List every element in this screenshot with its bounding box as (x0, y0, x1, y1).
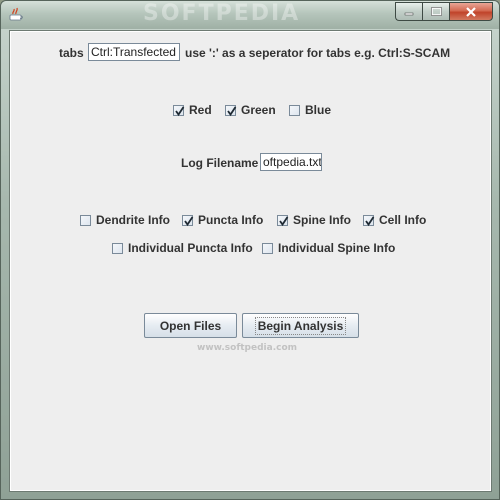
tabs-label: tabs (59, 46, 84, 60)
checkbox-individual-spine-info-box[interactable] (262, 242, 273, 254)
checkbox-spine-info[interactable]: Spine Info (277, 212, 351, 228)
checkbox-blue[interactable]: Blue (289, 102, 331, 118)
checkbox-green-box[interactable] (225, 104, 237, 116)
checkmark-icon (279, 216, 289, 226)
checkmark-icon (175, 106, 185, 116)
checkmark-icon (365, 216, 375, 226)
checkbox-cell-info-box[interactable] (363, 214, 375, 226)
checkbox-green-label: Green (241, 103, 276, 117)
checkbox-spine-info-label: Spine Info (293, 213, 351, 227)
log-filename-label: Log Filename (181, 156, 259, 170)
checkbox-dendrite-info-box[interactable] (80, 214, 91, 226)
checkbox-individual-spine-info-label: Individual Spine Info (278, 241, 396, 255)
checkbox-spine-info-box[interactable] (277, 214, 289, 226)
checkbox-red-box[interactable] (173, 104, 185, 116)
checkbox-puncta-info-label: Puncta Info (198, 213, 264, 227)
checkmark-icon (227, 106, 237, 116)
checkbox-puncta-info[interactable]: Puncta Info (182, 212, 263, 228)
checkbox-cell-info[interactable]: Cell Info (363, 212, 426, 228)
client-area: tabs Ctrl:Transfected use ':' as a seper… (9, 30, 492, 492)
checkbox-green[interactable]: Green (225, 102, 276, 118)
checkmark-icon (184, 216, 194, 226)
checkbox-blue-box[interactable] (289, 104, 300, 116)
begin-analysis-button[interactable]: Begin Analysis (242, 313, 359, 338)
tabs-input[interactable]: Ctrl:Transfected (88, 43, 180, 61)
checkbox-individual-puncta-info-box[interactable] (112, 242, 123, 254)
tabs-hint: use ':' as a seperator for tabs e.g. Ctr… (185, 46, 451, 60)
checkbox-individual-puncta-info[interactable]: Individual Puncta Info (112, 240, 253, 256)
application-window: SOFTPEDIA tabs Ctrl:Transfected use ':' … (0, 0, 500, 500)
java-app-icon (9, 7, 23, 21)
checkbox-puncta-info-box[interactable] (182, 214, 194, 226)
minimize-icon (404, 12, 414, 15)
checkbox-blue-label: Blue (305, 103, 332, 117)
checkbox-red[interactable]: Red (173, 102, 212, 118)
close-icon (466, 6, 476, 17)
maximize-icon (430, 7, 442, 16)
softpedia-watermark-url: www.softpedia.com (197, 343, 298, 353)
checkbox-dendrite-info[interactable]: Dendrite Info (80, 212, 170, 228)
checkbox-cell-info-label: Cell Info (379, 213, 427, 227)
window-controls (395, 2, 493, 22)
minimize-button[interactable] (395, 2, 422, 21)
begin-analysis-button-label: Begin Analysis (254, 316, 347, 335)
checkbox-individual-spine-info[interactable]: Individual Spine Info (262, 240, 395, 256)
main-panel: tabs Ctrl:Transfected use ':' as a seper… (11, 32, 490, 490)
checkbox-red-label: Red (189, 103, 212, 117)
maximize-button[interactable] (422, 2, 449, 21)
softpedia-watermark-title: SOFTPEDIA (143, 1, 301, 26)
open-files-button-label: Open Files (159, 318, 222, 333)
checkbox-individual-puncta-info-label: Individual Puncta Info (128, 241, 253, 255)
log-filename-input[interactable]: oftpedia.txt (260, 153, 322, 171)
open-files-button[interactable]: Open Files (144, 313, 237, 338)
checkbox-dendrite-info-label: Dendrite Info (96, 213, 170, 227)
title-bar[interactable]: SOFTPEDIA (1, 1, 499, 29)
close-button[interactable] (449, 2, 493, 21)
